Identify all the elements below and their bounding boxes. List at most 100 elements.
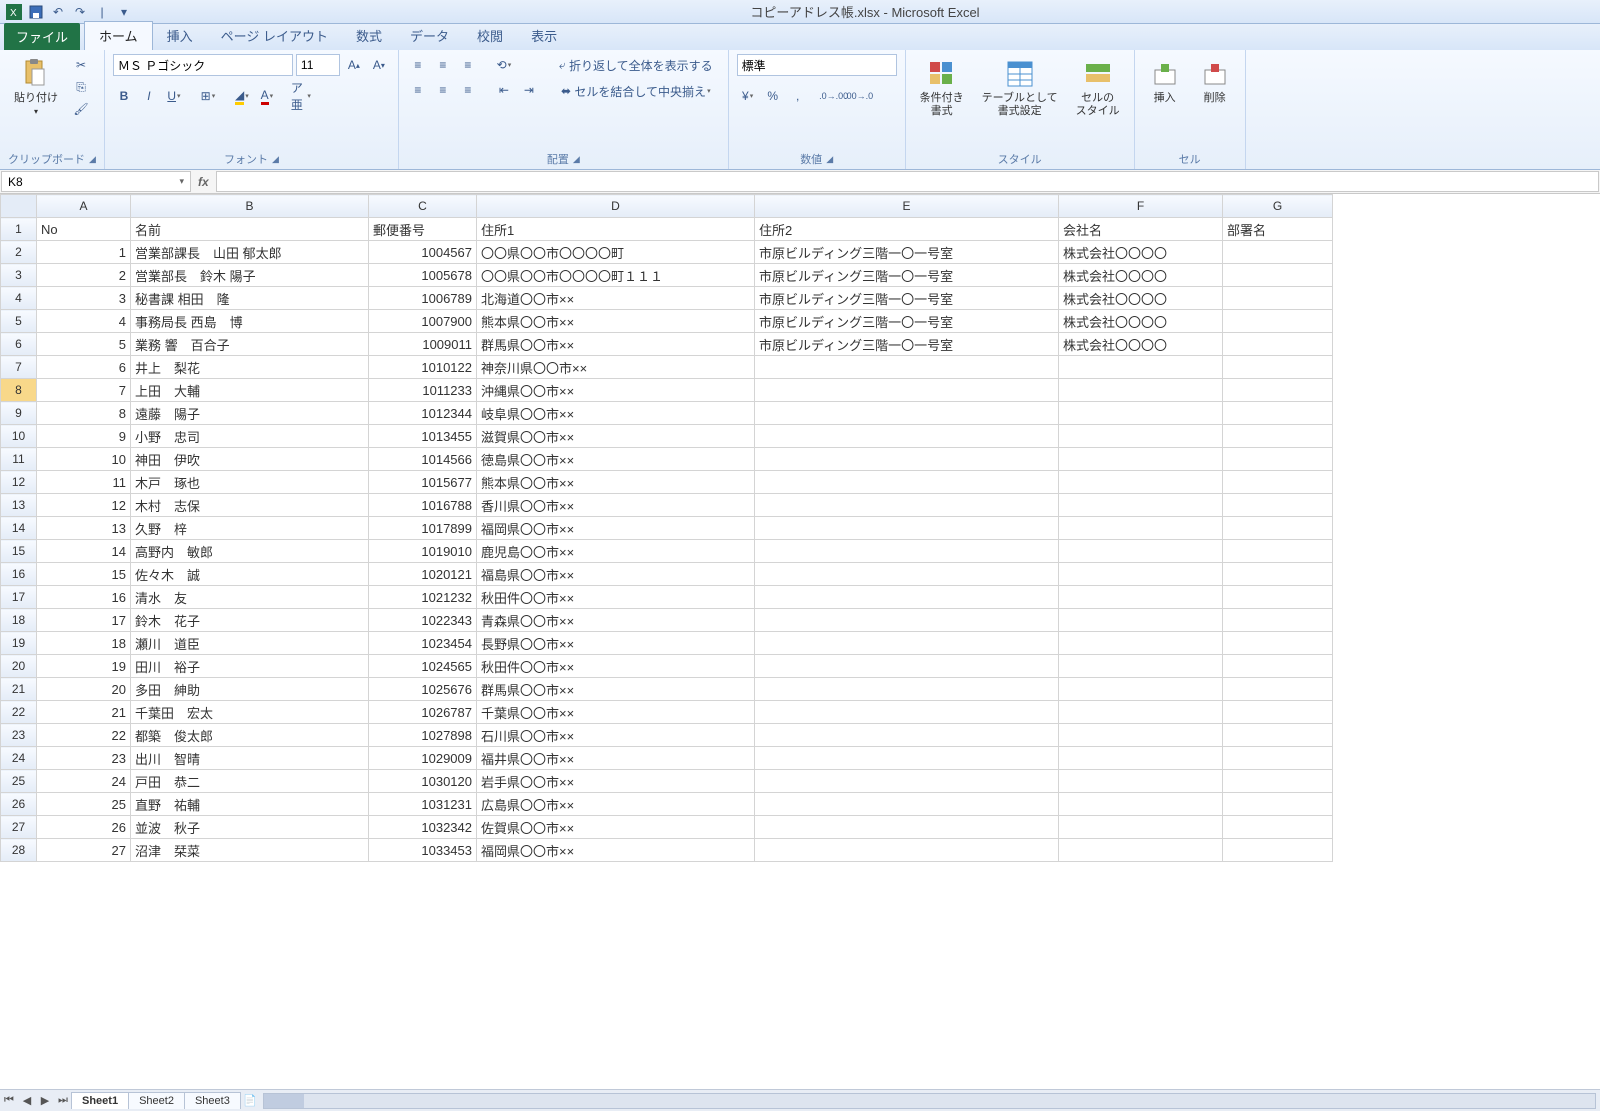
row-header[interactable]: 4: [1, 287, 37, 310]
cell[interactable]: 石川県〇〇市××: [477, 724, 755, 747]
cell[interactable]: [1223, 494, 1333, 517]
italic-button[interactable]: I: [138, 85, 160, 107]
cell[interactable]: 多田 紳助: [131, 678, 369, 701]
cell[interactable]: 千葉田 宏太: [131, 701, 369, 724]
tab-file[interactable]: ファイル: [4, 23, 80, 50]
cell[interactable]: [755, 839, 1059, 862]
select-all-corner[interactable]: [1, 195, 37, 218]
cell[interactable]: 1019010: [369, 540, 477, 563]
cell[interactable]: 高野内 敏郎: [131, 540, 369, 563]
cell[interactable]: 1027898: [369, 724, 477, 747]
alignment-dialog-launcher[interactable]: ◢: [573, 154, 580, 165]
cell[interactable]: [755, 724, 1059, 747]
cell[interactable]: [1059, 655, 1223, 678]
cell[interactable]: 24: [37, 770, 131, 793]
decrease-font-button[interactable]: A▾: [368, 54, 390, 76]
cell[interactable]: 久野 梓: [131, 517, 369, 540]
cell[interactable]: 〇〇県〇〇市〇〇〇〇町: [477, 241, 755, 264]
sheet-nav-prev[interactable]: ◀: [18, 1092, 36, 1110]
cell[interactable]: 神奈川県〇〇市××: [477, 356, 755, 379]
cell[interactable]: 徳島県〇〇市××: [477, 448, 755, 471]
row-header[interactable]: 8: [1, 379, 37, 402]
wrap-text-button[interactable]: ⤶ 折り返して全体を表示する: [552, 54, 720, 76]
fill-color-button[interactable]: ◢: [231, 85, 253, 107]
number-dialog-launcher[interactable]: ◢: [826, 154, 833, 165]
cell[interactable]: 15: [37, 563, 131, 586]
scrollbar-thumb[interactable]: [264, 1094, 304, 1108]
cell[interactable]: 1006789: [369, 287, 477, 310]
cell[interactable]: 群馬県〇〇市××: [477, 333, 755, 356]
sheet-tab[interactable]: Sheet2: [128, 1092, 185, 1109]
cell[interactable]: 9: [37, 425, 131, 448]
cell[interactable]: [755, 563, 1059, 586]
sheet-tab[interactable]: Sheet3: [184, 1092, 241, 1109]
cell[interactable]: 株式会社〇〇〇〇: [1059, 264, 1223, 287]
border-button[interactable]: ⊞: [197, 85, 219, 107]
cell[interactable]: 沖縄県〇〇市××: [477, 379, 755, 402]
cell[interactable]: 21: [37, 701, 131, 724]
column-header-F[interactable]: F: [1059, 195, 1223, 218]
cell[interactable]: [1223, 402, 1333, 425]
tab-data[interactable]: データ: [396, 22, 463, 50]
cell[interactable]: 秋田件〇〇市××: [477, 655, 755, 678]
cell[interactable]: [1223, 517, 1333, 540]
cell[interactable]: [1059, 379, 1223, 402]
align-center-button[interactable]: ≡: [432, 79, 454, 101]
cell[interactable]: [755, 701, 1059, 724]
cell[interactable]: 岩手県〇〇市××: [477, 770, 755, 793]
sheet-tab[interactable]: Sheet1: [71, 1092, 129, 1109]
cell[interactable]: [755, 586, 1059, 609]
cell[interactable]: [1223, 471, 1333, 494]
cell[interactable]: 20: [37, 678, 131, 701]
formula-input-wrap[interactable]: [216, 171, 1599, 192]
cell[interactable]: 1012344: [369, 402, 477, 425]
clipboard-dialog-launcher[interactable]: ◢: [89, 154, 96, 165]
cell[interactable]: 井上 梨花: [131, 356, 369, 379]
cell[interactable]: 福岡県〇〇市××: [477, 839, 755, 862]
cell[interactable]: 5: [37, 333, 131, 356]
cell[interactable]: 小野 忠司: [131, 425, 369, 448]
cell[interactable]: [1059, 770, 1223, 793]
row-header[interactable]: 23: [1, 724, 37, 747]
row-header[interactable]: 9: [1, 402, 37, 425]
cell[interactable]: [755, 655, 1059, 678]
cell[interactable]: 名前: [131, 218, 369, 241]
cell[interactable]: 1007900: [369, 310, 477, 333]
insert-cells-button[interactable]: 挿入: [1143, 54, 1187, 109]
cell[interactable]: 会社名: [1059, 218, 1223, 241]
cell[interactable]: [755, 678, 1059, 701]
cell[interactable]: 並波 秋子: [131, 816, 369, 839]
cell[interactable]: [755, 425, 1059, 448]
cell[interactable]: 1026787: [369, 701, 477, 724]
cell[interactable]: 株式会社〇〇〇〇: [1059, 287, 1223, 310]
row-header[interactable]: 16: [1, 563, 37, 586]
horizontal-scrollbar[interactable]: [263, 1093, 1596, 1109]
row-header[interactable]: 21: [1, 678, 37, 701]
formula-input[interactable]: [223, 175, 1592, 189]
cell[interactable]: 株式会社〇〇〇〇: [1059, 241, 1223, 264]
cell[interactable]: 2: [37, 264, 131, 287]
redo-icon[interactable]: ↷: [70, 3, 90, 21]
cell[interactable]: [755, 540, 1059, 563]
cell[interactable]: 27: [37, 839, 131, 862]
cell[interactable]: [1059, 609, 1223, 632]
cell[interactable]: [1223, 356, 1333, 379]
cell[interactable]: 1016788: [369, 494, 477, 517]
cell[interactable]: [1223, 563, 1333, 586]
cell[interactable]: 事務局長 西島 博: [131, 310, 369, 333]
cell[interactable]: 1030120: [369, 770, 477, 793]
cell[interactable]: [1059, 724, 1223, 747]
cell[interactable]: 1013455: [369, 425, 477, 448]
cell[interactable]: [1223, 241, 1333, 264]
cell[interactable]: [755, 793, 1059, 816]
cell[interactable]: 1024565: [369, 655, 477, 678]
cell[interactable]: [755, 379, 1059, 402]
spreadsheet-grid[interactable]: ABCDEFG 1No名前郵便番号住所1住所2会社名部署名21営業部課長 山田 …: [0, 194, 1600, 1089]
cell[interactable]: 福岡県〇〇市××: [477, 517, 755, 540]
cell[interactable]: 清水 友: [131, 586, 369, 609]
font-dialog-launcher[interactable]: ◢: [272, 154, 279, 165]
cell[interactable]: 1011233: [369, 379, 477, 402]
cell[interactable]: [1223, 816, 1333, 839]
copy-button[interactable]: ⎘: [70, 76, 92, 98]
cell[interactable]: [1223, 540, 1333, 563]
